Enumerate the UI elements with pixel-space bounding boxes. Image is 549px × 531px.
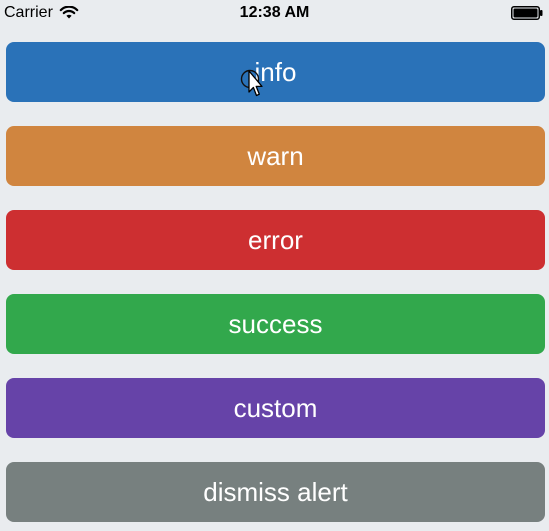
- alert-buttons-list: info warn error success custom dismiss a…: [6, 42, 545, 522]
- status-time: 12:38 AM: [239, 4, 310, 21]
- status-bar: Carrier 12:38 AM: [0, 0, 549, 28]
- error-button-label: error: [248, 224, 303, 255]
- warn-button[interactable]: warn: [6, 126, 545, 186]
- battery-icon: [511, 6, 543, 20]
- error-button[interactable]: error: [6, 210, 545, 270]
- custom-button-label: custom: [233, 392, 318, 423]
- dismiss-alert-button[interactable]: dismiss alert: [6, 462, 545, 522]
- custom-button[interactable]: custom: [6, 378, 545, 438]
- success-button-label: success: [228, 308, 323, 339]
- success-button[interactable]: success: [6, 294, 545, 354]
- info-button-label: info: [254, 56, 297, 87]
- info-button[interactable]: info: [6, 42, 545, 102]
- warn-button-label: warn: [247, 140, 304, 171]
- dismiss-alert-button-label: dismiss alert: [203, 476, 348, 507]
